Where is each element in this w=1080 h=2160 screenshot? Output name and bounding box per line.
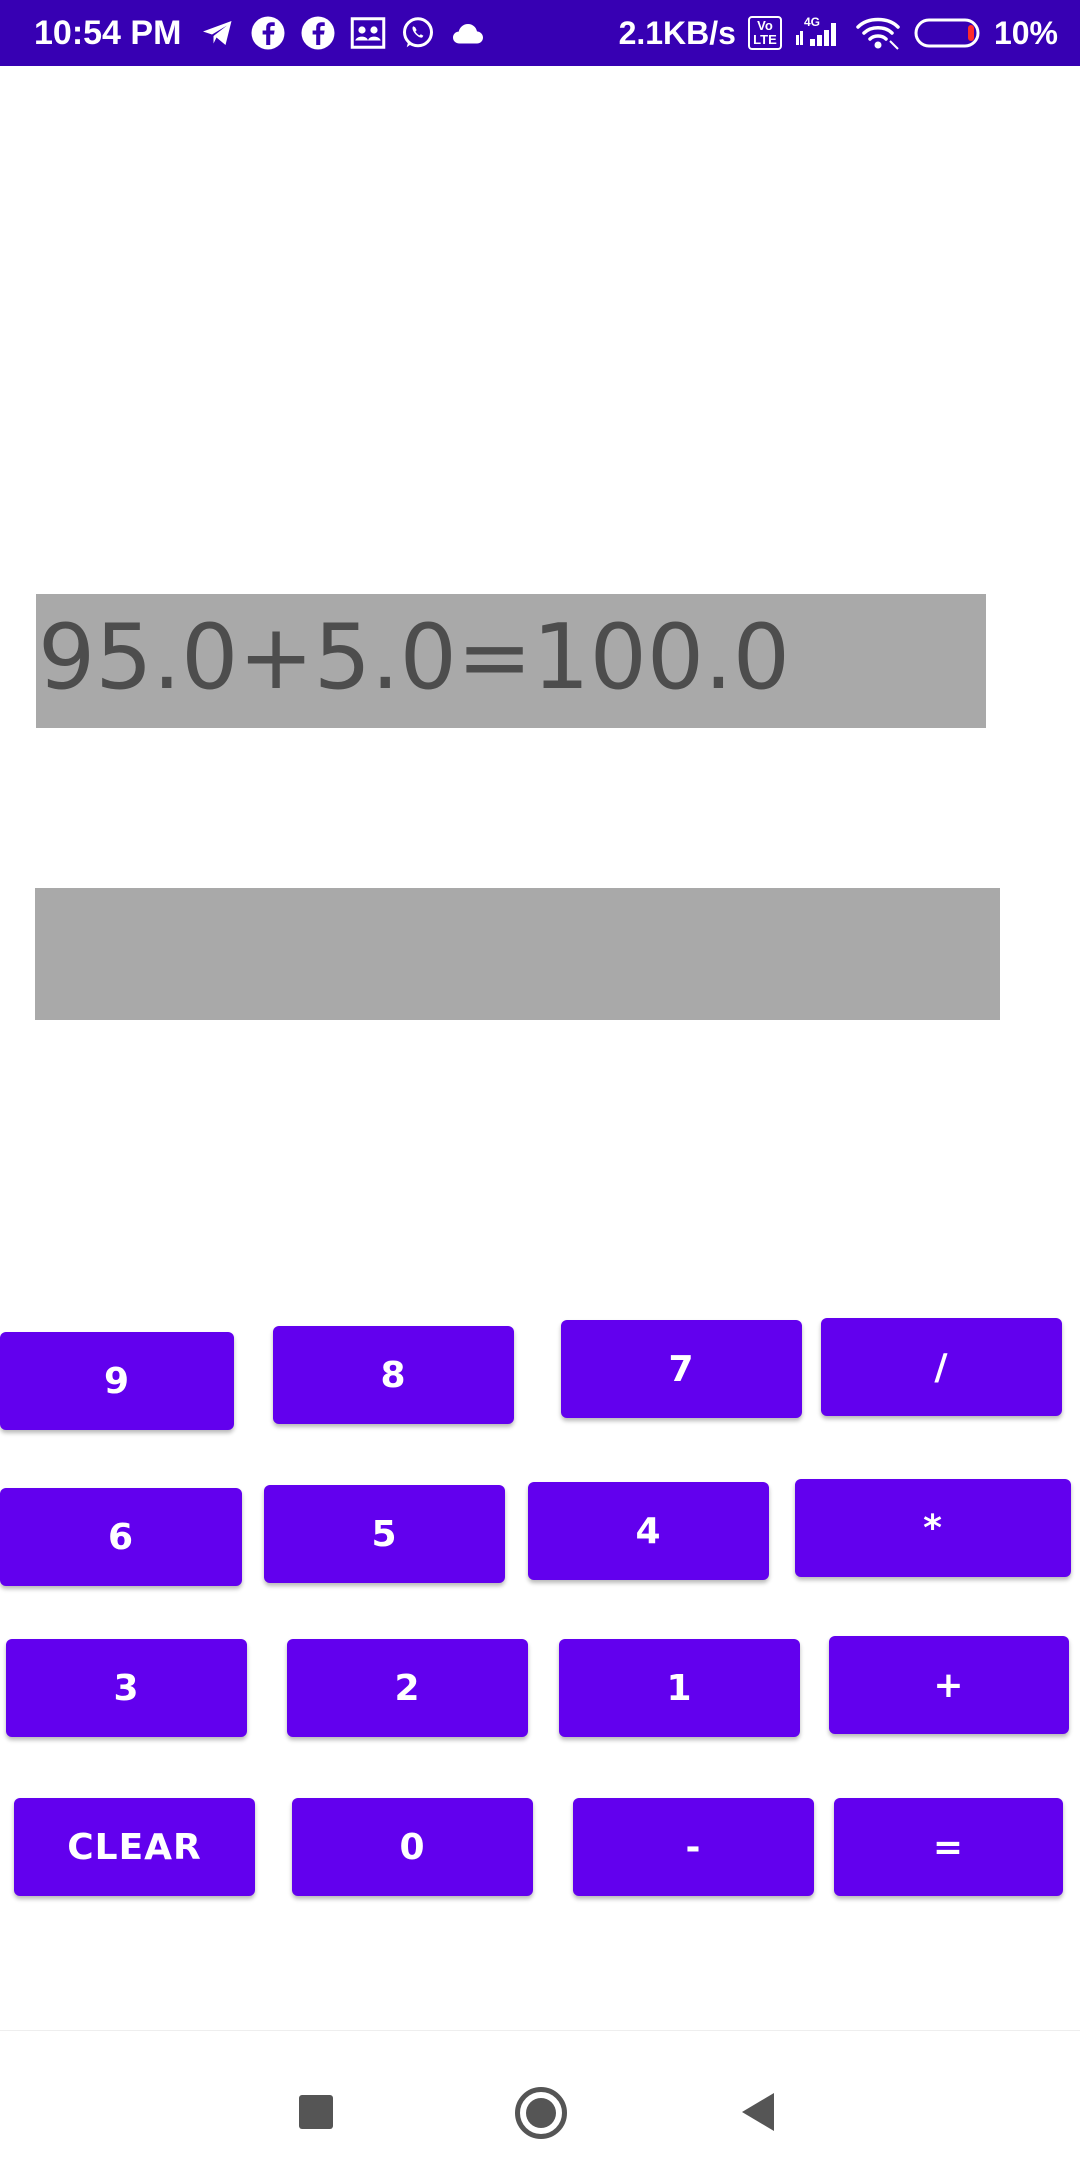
key-0[interactable]: 0 [292, 1798, 533, 1896]
status-right: 2.1KB/s Vo LTE 4G 10% [619, 12, 1058, 54]
key-8[interactable]: 8 [273, 1326, 514, 1424]
key-3[interactable]: 3 [6, 1639, 247, 1737]
key-equals[interactable]: = [834, 1798, 1063, 1896]
network-type: 4G [804, 15, 820, 29]
key-9[interactable]: 9 [0, 1332, 234, 1430]
result-display[interactable] [35, 888, 1000, 1020]
cloud-icon [453, 24, 483, 44]
net-speed: 2.1KB/s [618, 15, 736, 51]
key-plus[interactable]: + [829, 1636, 1069, 1734]
home-icon[interactable] [515, 2087, 567, 2139]
status-bar: 10:54 PM 2.1KB/s Vo LTE 4G 10% [0, 0, 1080, 66]
key-4[interactable]: 4 [528, 1482, 769, 1580]
key-divide[interactable]: / [821, 1318, 1062, 1416]
volte-badge: Vo LTE [747, 16, 782, 50]
calculator-screen: 10:54 PM 2.1KB/s Vo LTE 4G 10% 95.0+5.0=… [0, 0, 1080, 2160]
key-multiply[interactable]: * [795, 1479, 1071, 1577]
facebook-icon [251, 16, 285, 50]
navigation-bar [0, 2030, 1080, 2160]
signal-icon: 4G [795, 15, 836, 46]
key-6[interactable]: 6 [0, 1488, 242, 1586]
clear-button[interactable]: CLEAR [14, 1798, 255, 1896]
battery-percent: 10% [993, 15, 1058, 51]
key-5[interactable]: 5 [264, 1485, 505, 1583]
facebook-icon [301, 16, 335, 50]
recents-icon[interactable] [299, 2095, 333, 2129]
key-1[interactable]: 1 [559, 1639, 800, 1737]
battery-icon [914, 18, 980, 48]
group-icon [350, 17, 386, 49]
key-7[interactable]: 7 [561, 1320, 802, 1418]
whatsapp-icon [403, 17, 433, 48]
expression-text: 95.0+5.0=100.0 [38, 605, 790, 710]
telegram-icon [203, 21, 232, 45]
status-time: 10:54 PM [34, 14, 182, 52]
back-icon[interactable] [742, 2093, 774, 2131]
key-2[interactable]: 2 [287, 1639, 528, 1737]
expression-display[interactable]: 95.0+5.0=100.0 [36, 594, 986, 728]
notification-icons [200, 15, 486, 51]
key-minus[interactable]: - [573, 1798, 814, 1896]
wifi-icon [856, 17, 900, 50]
